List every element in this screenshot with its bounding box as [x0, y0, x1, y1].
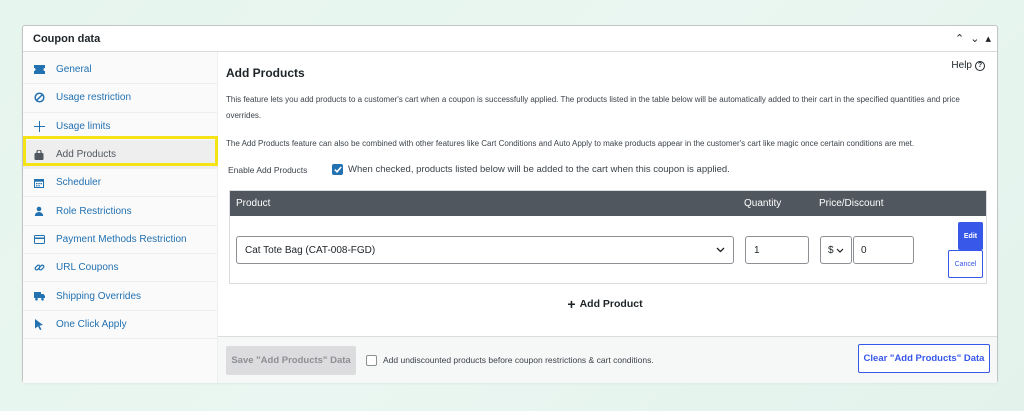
panel-controls: ⌃ ⌄ ▴ [955, 32, 991, 45]
sidebar-item-label: Usage limits [56, 120, 111, 132]
column-header-price: Price/Discount [819, 198, 884, 209]
sidebar-item-one-click-apply[interactable]: One Click Apply [23, 311, 217, 339]
cursor-icon [32, 318, 46, 330]
enable-add-products-row: Enable Add Products When checked, produc… [226, 164, 987, 175]
move-down-icon[interactable]: ⌄ [970, 32, 979, 45]
sidebar-item-shipping-overrides[interactable]: Shipping Overrides [23, 282, 217, 311]
quantity-input[interactable]: 1 [745, 236, 809, 264]
sidebar-item-add-products[interactable]: Add Products [23, 140, 217, 170]
clear-add-products-button[interactable]: Clear "Add Products" Data [858, 344, 990, 373]
add-undiscounted-checkbox[interactable] [366, 354, 377, 366]
discount-type-select[interactable]: $ [820, 236, 852, 264]
column-header-product: Product [236, 198, 271, 209]
chevron-down-icon [716, 247, 725, 253]
sidebar-item-label: Scheduler [56, 177, 102, 189]
sidebar-item-label: Usage restriction [56, 92, 132, 104]
add-products-panel: Add Products Help ? This feature lets yo… [218, 52, 997, 383]
sidebar-item-usage-restriction[interactable]: Usage restriction [23, 84, 217, 113]
add-product-label: Add Product [579, 298, 643, 310]
feature-description: This feature lets you add products to a … [226, 95, 960, 120]
truck-icon [32, 290, 46, 302]
add-product-button[interactable]: + Add Product [226, 296, 984, 312]
enable-add-products-label: Enable Add Products [228, 164, 308, 175]
sidebar-item-scheduler[interactable]: Scheduler [23, 169, 217, 198]
calendar-icon [32, 177, 46, 189]
discount-value-input[interactable]: 0 [853, 236, 914, 264]
sidebar-item-label: Shipping Overrides [56, 290, 142, 302]
add-undiscounted-label: Add undiscounted products before coupon … [383, 355, 654, 365]
sidebar-item-usage-limits[interactable]: Usage limits [23, 113, 217, 141]
sidebar-item-label: Add Products [56, 149, 117, 161]
coupon-tabs-sidebar: General Usage restriction Usage limits A… [23, 52, 218, 383]
sidebar-item-label: URL Coupons [56, 262, 119, 274]
move-up-icon[interactable]: ⌃ [955, 32, 964, 45]
section-title: Add Products [226, 66, 305, 80]
card-icon [32, 233, 46, 245]
edit-button[interactable]: Edit [958, 222, 983, 250]
cancel-button[interactable]: Cancel [948, 250, 983, 278]
coupon-data-panel: Coupon data ⌃ ⌄ ▴ General Usage restrict… [22, 25, 998, 383]
panel-title: Coupon data [33, 32, 101, 45]
sidebar-item-label: General [56, 64, 92, 76]
sidebar-item-general[interactable]: General [23, 56, 217, 85]
ticket-icon [32, 64, 46, 76]
column-header-quantity: Quantity [744, 198, 782, 209]
products-table: Product Quantity Price/Discount Cat Tote… [229, 190, 987, 284]
table-row: Cat Tote Bag (CAT-008-FGD) 1 $ 0 Edit Ca… [230, 216, 986, 283]
sidebar-item-label: One Click Apply [56, 318, 127, 330]
sidebar-item-url-coupons[interactable]: URL Coupons [23, 254, 217, 283]
sidebar-item-label: Role Restrictions [56, 205, 132, 217]
bag-icon [32, 149, 46, 161]
plus-icon: + [567, 296, 576, 312]
enable-add-products-checkbox[interactable] [332, 164, 343, 175]
help-link[interactable]: Help ? [951, 60, 985, 71]
checkmark-icon [333, 166, 342, 173]
sidebar-item-label: Payment Methods Restriction [56, 233, 187, 245]
save-add-products-button[interactable]: Save "Add Products" Data [226, 345, 356, 375]
user-icon [32, 205, 46, 217]
quantity-value: 1 [754, 244, 760, 256]
product-select-value: Cat Tote Bag (CAT-008-FGD) [245, 244, 376, 256]
discount-value: 0 [861, 244, 867, 256]
plus-icon [32, 120, 46, 132]
enable-add-products-description: When checked, products listed below will… [348, 164, 730, 175]
link-icon [32, 262, 46, 274]
chevron-down-icon [836, 248, 843, 253]
sidebar-item-payment-methods[interactable]: Payment Methods Restriction [23, 226, 217, 255]
block-icon [32, 92, 46, 104]
panel-header: Coupon data ⌃ ⌄ ▴ [23, 26, 997, 52]
product-select[interactable]: Cat Tote Bag (CAT-008-FGD) [236, 236, 734, 264]
sidebar-item-role-restrictions[interactable]: Role Restrictions [23, 197, 217, 226]
table-header: Product Quantity Price/Discount [230, 191, 986, 216]
question-icon: ? [975, 60, 985, 71]
help-label: Help [951, 60, 972, 71]
currency-value: $ [828, 244, 834, 256]
panel-footer: Save "Add Products" Data Add undiscounte… [218, 336, 997, 383]
feature-description-secondary: The Add Products feature can also be com… [226, 139, 915, 148]
toggle-panel-icon[interactable]: ▴ [985, 32, 991, 45]
